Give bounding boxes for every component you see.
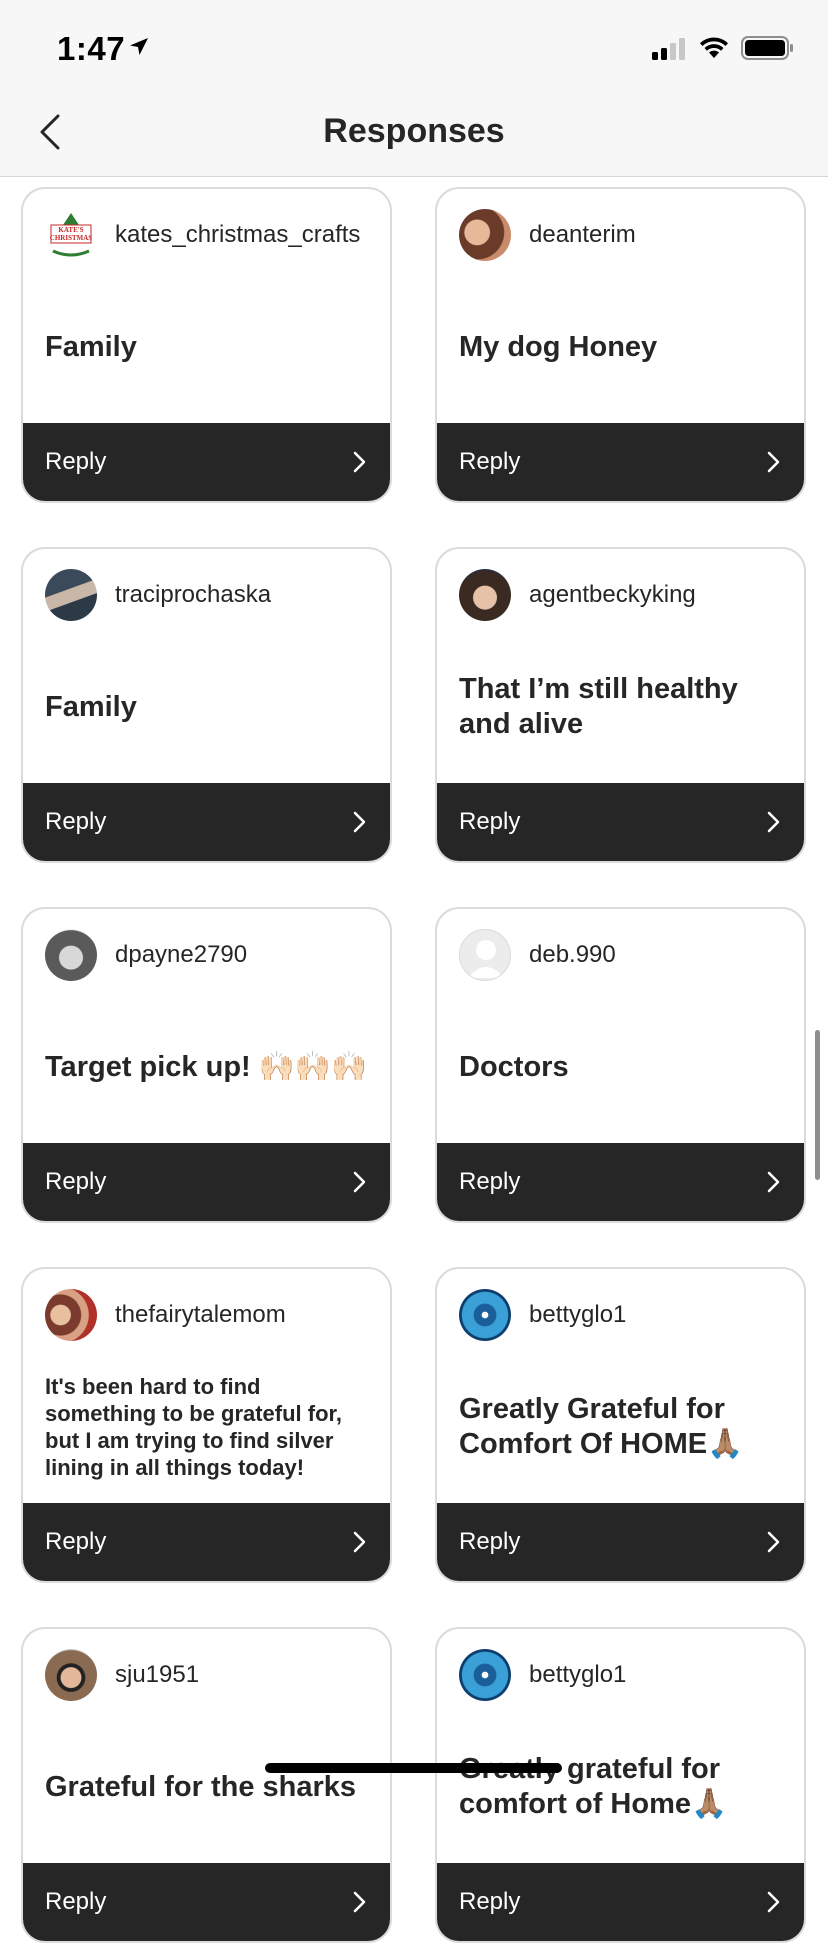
response-text: That I’m still healthy and alive — [459, 673, 738, 740]
reply-label: Reply — [459, 1168, 521, 1195]
avatar[interactable] — [45, 1649, 97, 1701]
avatar[interactable]: KATE'S CHRISTMAS — [45, 209, 97, 261]
response-text: Greatly Grateful for Comfort Of HOME🙏🏽 — [459, 1393, 744, 1460]
reply-label: Reply — [45, 1168, 107, 1195]
response-text: Doctors — [459, 1050, 569, 1083]
avatar[interactable] — [45, 569, 97, 621]
response-text: It's been hard to find something to be g… — [45, 1374, 343, 1480]
reply-label: Reply — [45, 448, 107, 475]
avatar[interactable] — [45, 1289, 97, 1341]
avatar[interactable] — [459, 1649, 511, 1701]
card-header: sju1951 — [45, 1647, 380, 1703]
response-card: KATE'S CHRISTMAS kates_christmas_crafts … — [21, 187, 392, 503]
reply-button[interactable]: Reply — [437, 783, 804, 861]
card-header: thefairytalemom — [45, 1287, 380, 1343]
response-card: bettyglo1 Greatly Grateful for Comfort O… — [435, 1267, 806, 1583]
response-card: deanterim My dog Honey Reply — [435, 187, 806, 503]
response-card: sju1951 Grateful for the sharks Reply — [21, 1627, 392, 1943]
default-avatar-icon[interactable] — [459, 929, 511, 981]
reply-button[interactable]: Reply — [23, 423, 390, 501]
username[interactable]: deanterim — [529, 221, 636, 249]
chevron-right-icon — [352, 811, 366, 833]
username[interactable]: sju1951 — [115, 1661, 199, 1689]
response-text: Family — [45, 690, 137, 723]
response-card: thefairytalemom It's been hard to find s… — [21, 1267, 392, 1583]
chevron-right-icon — [766, 451, 780, 473]
chevron-right-icon — [766, 811, 780, 833]
nav-header: Responses — [0, 96, 828, 177]
response-text: Family — [45, 330, 137, 363]
avatar[interactable] — [459, 569, 511, 621]
chevron-right-icon — [766, 1171, 780, 1193]
home-indicator[interactable] — [265, 1763, 562, 1773]
reply-label: Reply — [459, 1528, 521, 1555]
card-header: KATE'S CHRISTMAS kates_christmas_crafts — [45, 207, 380, 263]
card-header: bettyglo1 — [459, 1287, 794, 1343]
avatar[interactable] — [459, 1289, 511, 1341]
reply-label: Reply — [459, 1888, 521, 1915]
card-header: bettyglo1 — [459, 1647, 794, 1703]
reply-button[interactable]: Reply — [23, 1863, 390, 1941]
battery-icon — [741, 36, 795, 65]
chevron-right-icon — [352, 451, 366, 473]
username[interactable]: dpayne2790 — [115, 941, 247, 969]
reply-button[interactable]: Reply — [437, 1143, 804, 1221]
reply-label: Reply — [45, 1888, 107, 1915]
card-header: agentbeckyking — [459, 567, 794, 623]
chevron-right-icon — [352, 1531, 366, 1553]
response-card: dpayne2790 Target pick up! 🙌🏻🙌🏻🙌🏻 Reply — [21, 907, 392, 1223]
reply-label: Reply — [45, 808, 107, 835]
response-card: deb.990 Doctors Reply — [435, 907, 806, 1223]
reply-button[interactable]: Reply — [23, 783, 390, 861]
username[interactable]: deb.990 — [529, 941, 616, 969]
chevron-right-icon — [352, 1171, 366, 1193]
response-text: Grateful for the sharks — [45, 1770, 357, 1803]
card-header: deb.990 — [459, 927, 794, 983]
reply-label: Reply — [459, 448, 521, 475]
username[interactable]: agentbeckyking — [529, 581, 696, 609]
wifi-icon — [698, 36, 730, 65]
status-time: 1:47 — [57, 30, 126, 67]
reply-button[interactable]: Reply — [23, 1143, 390, 1221]
chevron-right-icon — [766, 1891, 780, 1913]
response-text: Greatly grateful for comfort of Home🙏🏽 — [459, 1753, 728, 1820]
response-card: traciprochaska Family Reply — [21, 547, 392, 863]
reply-button[interactable]: Reply — [437, 1863, 804, 1941]
response-text: My dog Honey — [459, 330, 658, 363]
avatar[interactable] — [459, 209, 511, 261]
reply-button[interactable]: Reply — [437, 423, 804, 501]
reply-button[interactable]: Reply — [23, 1503, 390, 1581]
username[interactable]: bettyglo1 — [529, 1301, 626, 1329]
username[interactable]: thefairytalemom — [115, 1301, 286, 1329]
username[interactable]: traciprochaska — [115, 581, 271, 609]
reply-button[interactable]: Reply — [437, 1503, 804, 1581]
card-header: traciprochaska — [45, 567, 380, 623]
status-bar: 1:47 — [0, 0, 828, 96]
response-card: bettyglo1 Greatly grateful for comfort o… — [435, 1627, 806, 1943]
reply-label: Reply — [459, 808, 521, 835]
svg-text:CHRISTMAS: CHRISTMAS — [50, 234, 93, 242]
page-title: Responses — [323, 112, 505, 150]
svg-text:KATE'S: KATE'S — [58, 226, 83, 234]
username[interactable]: bettyglo1 — [529, 1661, 626, 1689]
reply-label: Reply — [45, 1528, 107, 1555]
response-card: agentbeckyking That I’m still healthy an… — [435, 547, 806, 863]
cellular-signal-icon — [652, 38, 688, 65]
username[interactable]: kates_christmas_crafts — [115, 221, 360, 249]
card-header: dpayne2790 — [45, 927, 380, 983]
card-header: deanterim — [459, 207, 794, 263]
response-text: Target pick up! 🙌🏻🙌🏻🙌🏻 — [45, 1050, 368, 1083]
location-arrow-icon — [128, 36, 150, 63]
scrollbar-thumb[interactable] — [815, 1030, 820, 1180]
avatar[interactable] — [45, 929, 97, 981]
chevron-right-icon — [352, 1891, 366, 1913]
chevron-right-icon — [766, 1531, 780, 1553]
